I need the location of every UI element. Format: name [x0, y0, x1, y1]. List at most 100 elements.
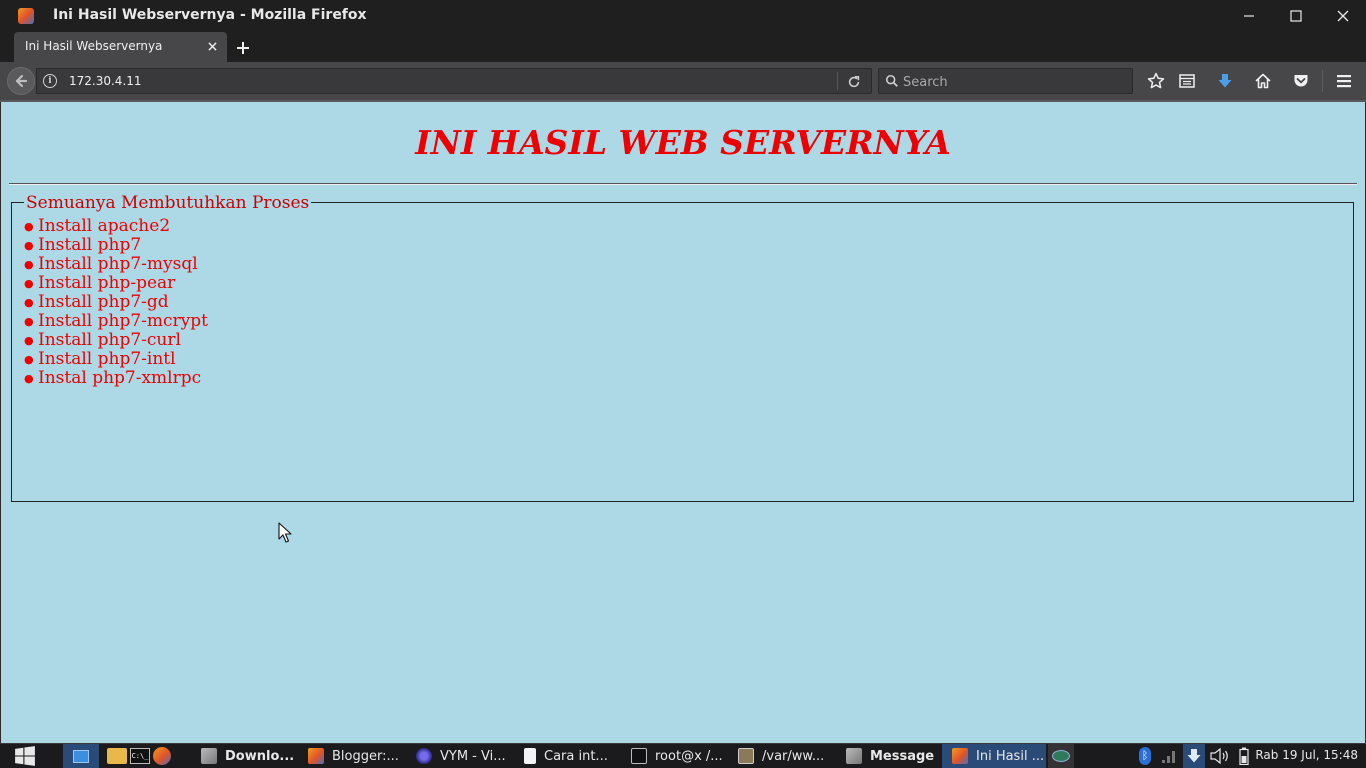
plus-icon: [237, 42, 249, 54]
new-tab-button[interactable]: [232, 37, 254, 59]
firefox-icon: [846, 748, 862, 764]
reading-list-button[interactable]: [1176, 70, 1198, 92]
mouse-cursor-icon: [278, 522, 292, 543]
menu-button[interactable]: [1333, 70, 1355, 92]
vym-icon: [416, 748, 432, 764]
downloads-button[interactable]: [1214, 70, 1236, 92]
speaker-icon: [1210, 748, 1228, 764]
divider: [837, 72, 838, 90]
list-item: ● Install php-pear: [24, 273, 176, 293]
list-item: ● Install php7-curl: [24, 330, 181, 350]
tab-label: Ini Hasil Webservernya: [25, 39, 163, 53]
search-box[interactable]: [878, 68, 1133, 94]
list-item: ● Install php7: [24, 235, 142, 255]
desktop-icon: [73, 749, 89, 763]
list-item: ● Install php7-gd: [24, 292, 169, 312]
taskbar-item-blogger[interactable]: Blogger:...: [308, 744, 408, 768]
pocket-button[interactable]: [1290, 70, 1312, 92]
firefox-icon: [201, 748, 217, 764]
volume-tray-button[interactable]: [1208, 744, 1232, 768]
process-fieldset: Semuanya Membutuhkan Proses ● Install apa…: [11, 193, 1354, 502]
horizontal-rule: [9, 183, 1357, 185]
show-desktop-button[interactable]: [63, 744, 99, 768]
taskbar-item-var-www[interactable]: /var/ww...: [738, 744, 838, 768]
window-title: Ini Hasil Webservernya - Mozilla Firefox: [53, 7, 367, 23]
terminal-icon[interactable]: C:\_: [130, 748, 150, 764]
battery-tray-button[interactable]: [1236, 744, 1252, 768]
editor-icon: [738, 748, 754, 764]
navigation-toolbar: i 172.30.4.11: [0, 62, 1366, 102]
bullet-icon: ●: [24, 277, 34, 290]
bookmark-star-button[interactable]: [1145, 70, 1167, 92]
firefox-icon[interactable]: [153, 747, 171, 765]
search-input[interactable]: [901, 72, 1125, 92]
bluetooth-icon: ᛒ: [1139, 747, 1151, 765]
bluetooth-tray-button[interactable]: ᛒ: [1136, 744, 1154, 768]
firefox-icon: [952, 748, 968, 764]
bullet-icon: ●: [24, 296, 34, 309]
terminal-icon: [631, 748, 647, 764]
taskbar-item-eye-app[interactable]: [1048, 744, 1074, 768]
minimize-icon: [1244, 15, 1254, 17]
hamburger-menu-icon: [1337, 75, 1351, 88]
taskbar: C:\_ Downlo... Blogger:... VYM - Vi... C…: [0, 743, 1366, 768]
pocket-icon: [1294, 75, 1308, 87]
bullet-icon: ●: [24, 315, 34, 328]
url-text[interactable]: 172.30.4.11: [69, 74, 142, 88]
list-item: ● Install apache2: [24, 216, 171, 236]
bullet-icon: ●: [24, 353, 34, 366]
clock[interactable]: Rab 19 Jul, 15:48: [1255, 748, 1358, 762]
reload-button[interactable]: [845, 73, 863, 91]
list-item: ● Install php7-mcrypt: [24, 311, 208, 331]
maximize-button[interactable]: [1273, 0, 1319, 32]
home-button[interactable]: [1252, 70, 1274, 92]
signal-bars-icon: [1162, 751, 1175, 763]
battery-icon: [1239, 747, 1249, 765]
download-tray-button[interactable]: [1183, 744, 1205, 768]
taskbar-item-terminal[interactable]: root@x /...: [631, 744, 731, 768]
close-icon: [1337, 10, 1349, 22]
url-bar[interactable]: i 172.30.4.11: [36, 68, 872, 94]
minimize-button[interactable]: [1226, 0, 1272, 32]
site-info-icon[interactable]: i: [43, 74, 57, 88]
divider: [1322, 70, 1323, 92]
install-list: ● Install apache2 ● Install php7 ● Install …: [24, 217, 208, 388]
list-item: ● Install php7-intl: [24, 349, 176, 369]
taskbar-item-ini-hasil[interactable]: Ini Hasil ...: [942, 744, 1046, 768]
list-item: ● Instal php7-xmlrpc: [24, 368, 202, 388]
folder-icon[interactable]: [107, 748, 127, 764]
page-heading: INI HASIL WEB SERVERNYA: [415, 123, 951, 162]
tab-strip: Ini Hasil Webservernya: [0, 32, 1366, 62]
taskbar-item-message[interactable]: Message: [846, 744, 938, 768]
bullet-icon: ●: [24, 258, 34, 271]
start-menu-button[interactable]: [14, 744, 40, 768]
fieldset-legend: Semuanya Membutuhkan Proses: [24, 193, 312, 213]
window-titlebar: Ini Hasil Webservernya - Mozilla Firefox: [0, 0, 1366, 32]
taskbar-item-downloads[interactable]: Downlo...: [201, 744, 301, 768]
eye-icon: [1052, 750, 1070, 762]
network-tray-button[interactable]: [1160, 744, 1178, 768]
home-icon: [1255, 73, 1271, 89]
download-arrow-icon: [1218, 74, 1232, 88]
firefox-icon: [18, 8, 34, 24]
firefox-icon: [308, 748, 324, 764]
list-item: ● Install php7-mysql: [24, 254, 198, 274]
star-icon: [1147, 72, 1165, 89]
reload-icon: [848, 75, 860, 88]
tab-ini-hasil-webservernya[interactable]: Ini Hasil Webservernya: [14, 32, 227, 62]
bullet-icon: ●: [24, 239, 34, 252]
document-icon: [524, 748, 536, 764]
close-window-button[interactable]: [1320, 0, 1366, 32]
back-button[interactable]: [7, 67, 35, 95]
close-icon: [207, 41, 217, 51]
search-icon: [885, 74, 898, 87]
bullet-icon: ●: [24, 334, 34, 347]
reader-icon: [1179, 74, 1195, 88]
taskbar-item-vym[interactable]: VYM - Vi...: [416, 744, 516, 768]
bullet-icon: ●: [24, 372, 34, 385]
quick-launch: C:\_: [107, 744, 179, 768]
taskbar-item-cara-int[interactable]: Cara int...: [524, 744, 624, 768]
tab-close-button[interactable]: [205, 39, 219, 53]
maximize-icon: [1290, 10, 1302, 22]
page-content: INI HASIL WEB SERVERNYA Semuanya Membutu…: [1, 102, 1365, 743]
